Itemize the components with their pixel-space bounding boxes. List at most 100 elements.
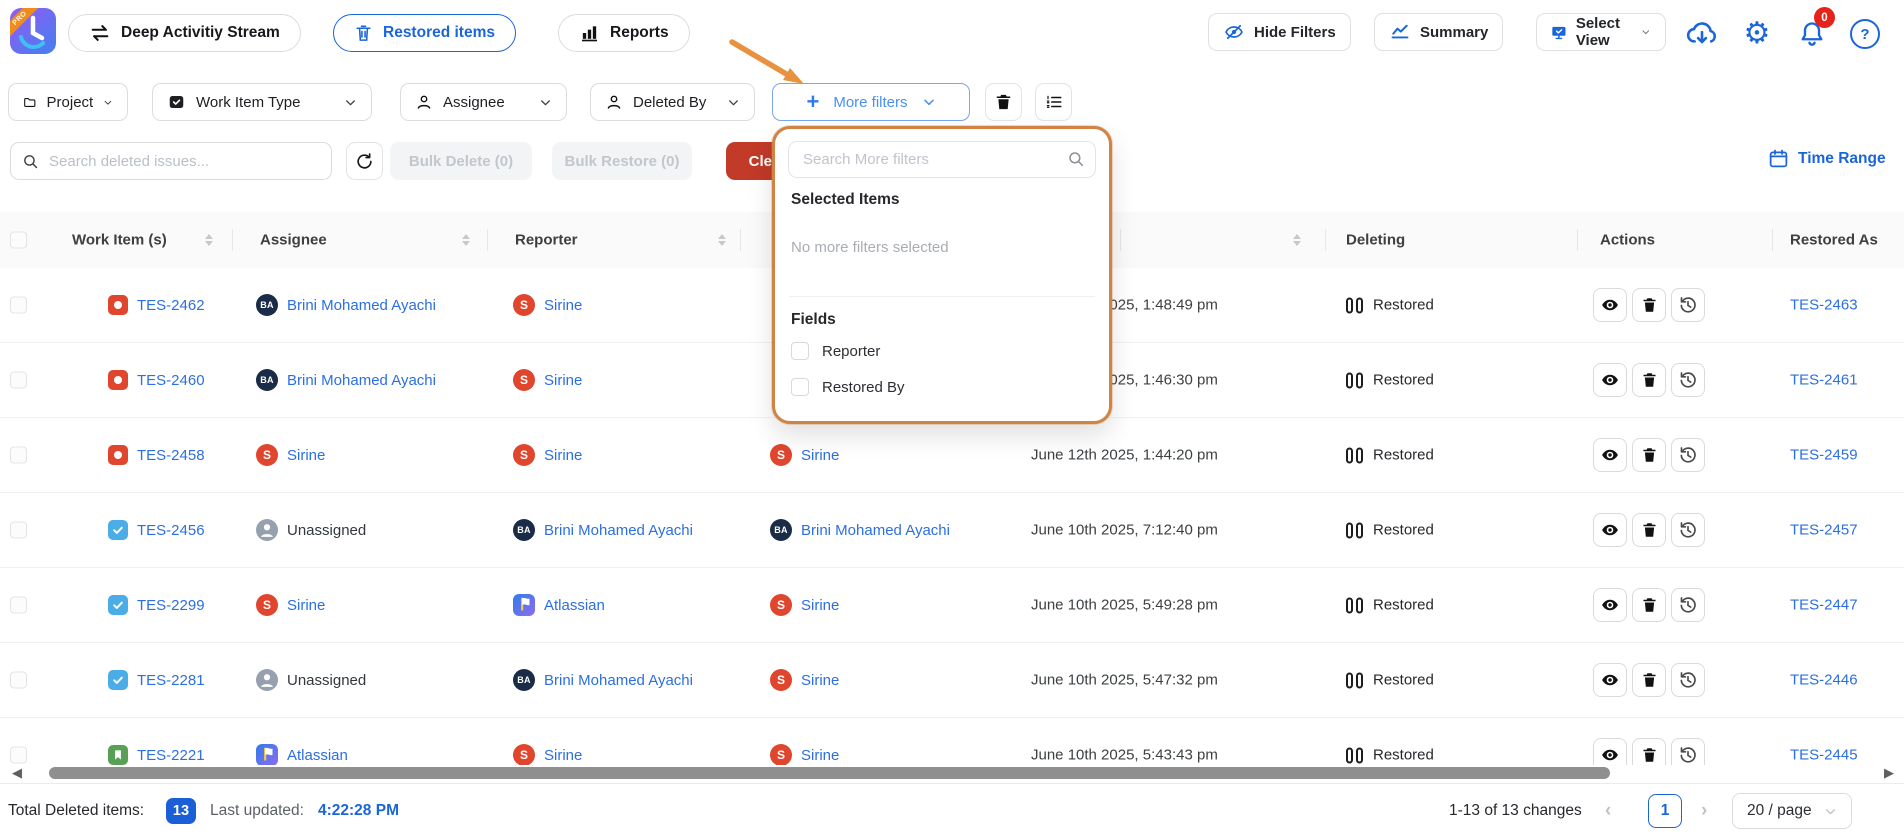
popup-search-input[interactable] xyxy=(801,143,1055,176)
assignee-cell-name[interactable]: Sirine xyxy=(287,447,325,464)
restored-as-link[interactable]: TES-2457 xyxy=(1790,522,1858,539)
column-list-button[interactable] xyxy=(1035,83,1072,121)
history-button[interactable] xyxy=(1671,363,1705,397)
filter-work-item-type-dropdown[interactable]: Work Item Type xyxy=(152,83,372,121)
history-button[interactable] xyxy=(1671,588,1705,622)
popup-field-reporter[interactable]: Reporter xyxy=(791,342,880,360)
deleted-by-cell-name[interactable]: Sirine xyxy=(801,672,839,689)
view-button[interactable] xyxy=(1593,438,1627,472)
reporter-cell-name[interactable]: Sirine xyxy=(544,297,582,314)
bulk-delete-button[interactable]: Bulk Delete (0) xyxy=(390,142,532,180)
scrollbar-thumb[interactable] xyxy=(49,767,1610,779)
view-button[interactable] xyxy=(1593,513,1627,547)
delete-button[interactable] xyxy=(1632,663,1666,697)
summary-button[interactable]: Summary xyxy=(1374,13,1503,51)
view-button[interactable] xyxy=(1593,288,1627,322)
refresh-button[interactable] xyxy=(346,142,383,180)
row-checkbox[interactable] xyxy=(10,672,27,689)
page-size-select[interactable]: 20 / page xyxy=(1732,793,1852,829)
restored-as-link[interactable]: TES-2459 xyxy=(1790,447,1858,464)
delete-button[interactable] xyxy=(1632,438,1666,472)
reporter-cell-name[interactable]: Sirine xyxy=(544,447,582,464)
reporter-cell-name[interactable]: Brini Mohamed Ayachi xyxy=(544,522,693,539)
delete-button[interactable] xyxy=(1632,738,1666,765)
deleted-by-cell-name[interactable]: Sirine xyxy=(801,447,839,464)
help-button[interactable]: ? xyxy=(1849,18,1881,50)
assignee-cell-name[interactable]: Brini Mohamed Ayachi xyxy=(287,372,436,389)
sort-control[interactable] xyxy=(1293,234,1301,246)
restored-as-link[interactable]: TES-2447 xyxy=(1790,597,1858,614)
scroll-right-arrow[interactable]: ▶ xyxy=(1884,766,1898,780)
history-button[interactable] xyxy=(1671,438,1705,472)
app-logo[interactable]: PRO xyxy=(10,8,56,54)
history-button[interactable] xyxy=(1671,513,1705,547)
work-item-link[interactable]: TES-2460 xyxy=(137,372,205,389)
sort-control[interactable] xyxy=(718,234,726,246)
nav-reports-button[interactable]: Reports xyxy=(558,14,690,52)
horizontal-scrollbar[interactable]: ◀ ▶ xyxy=(0,765,1904,781)
settings-button[interactable]: ⚙ xyxy=(1741,18,1773,50)
view-button[interactable] xyxy=(1593,363,1627,397)
filter-deleted-by-dropdown[interactable]: Deleted By xyxy=(590,83,755,121)
pagination-next-button[interactable]: › xyxy=(1701,800,1707,822)
restored-as-link[interactable]: TES-2463 xyxy=(1790,297,1858,314)
delete-filter-button[interactable] xyxy=(985,83,1022,121)
filter-project-dropdown[interactable]: Project xyxy=(8,83,128,121)
reporter-cell-name[interactable]: Sirine xyxy=(544,747,582,764)
checkbox-reporter[interactable] xyxy=(791,342,809,360)
row-checkbox[interactable] xyxy=(10,447,27,464)
column-header[interactable]: Assignee xyxy=(260,232,327,249)
restored-as-link[interactable]: TES-2461 xyxy=(1790,372,1858,389)
view-button[interactable] xyxy=(1593,588,1627,622)
work-item-link[interactable]: TES-2462 xyxy=(137,297,205,314)
reporter-cell-name[interactable]: Atlassian xyxy=(544,597,605,614)
history-button[interactable] xyxy=(1671,288,1705,322)
assignee-cell-name[interactable]: Atlassian xyxy=(287,747,348,764)
column-header[interactable]: Deleting xyxy=(1346,232,1405,249)
time-range-button[interactable]: Time Range xyxy=(1768,148,1886,169)
pagination-page-1[interactable]: 1 xyxy=(1648,794,1682,828)
view-button[interactable] xyxy=(1593,738,1627,765)
delete-button[interactable] xyxy=(1632,588,1666,622)
column-header[interactable]: Restored As xyxy=(1790,232,1878,249)
search-input[interactable] xyxy=(47,144,326,179)
reporter-cell-name[interactable]: Brini Mohamed Ayachi xyxy=(544,672,693,689)
restored-as-link[interactable]: TES-2445 xyxy=(1790,747,1858,764)
column-header[interactable]: Reporter xyxy=(515,232,578,249)
work-item-link[interactable]: TES-2456 xyxy=(137,522,205,539)
popup-field-restored-by[interactable]: Restored By xyxy=(791,378,905,396)
work-item-link[interactable]: TES-2221 xyxy=(137,747,205,764)
select-all-checkbox[interactable] xyxy=(10,232,27,249)
deleted-by-cell-name[interactable]: Brini Mohamed Ayachi xyxy=(801,522,950,539)
delete-button[interactable] xyxy=(1632,513,1666,547)
more-filters-dropdown[interactable]: + More filters xyxy=(772,83,970,121)
row-checkbox[interactable] xyxy=(10,522,27,539)
scroll-left-arrow[interactable]: ◀ xyxy=(12,766,26,780)
view-button[interactable] xyxy=(1593,663,1627,697)
hide-filters-button[interactable]: Hide Filters xyxy=(1208,13,1351,51)
row-checkbox[interactable] xyxy=(10,297,27,314)
cloud-download-button[interactable] xyxy=(1686,18,1718,50)
checkbox-restored-by[interactable] xyxy=(791,378,809,396)
assignee-cell-name[interactable]: Brini Mohamed Ayachi xyxy=(287,297,436,314)
sort-control[interactable] xyxy=(462,234,470,246)
history-button[interactable] xyxy=(1671,738,1705,765)
deleted-by-cell-name[interactable]: Sirine xyxy=(801,747,839,764)
row-checkbox[interactable] xyxy=(10,372,27,389)
row-checkbox[interactable] xyxy=(10,747,27,764)
restored-as-link[interactable]: TES-2446 xyxy=(1790,672,1858,689)
nav-activity-stream-button[interactable]: Deep Activitiy Stream xyxy=(68,14,301,52)
select-view-dropdown[interactable]: Select View xyxy=(1536,13,1666,51)
column-header[interactable]: Work Item (s) xyxy=(72,232,167,249)
nav-restored-items-button[interactable]: Restored items xyxy=(333,14,516,52)
reporter-cell-name[interactable]: Sirine xyxy=(544,372,582,389)
assignee-cell-name[interactable]: Sirine xyxy=(287,597,325,614)
work-item-link[interactable]: TES-2458 xyxy=(137,447,205,464)
delete-button[interactable] xyxy=(1632,363,1666,397)
delete-button[interactable] xyxy=(1632,288,1666,322)
row-checkbox[interactable] xyxy=(10,597,27,614)
sort-control[interactable] xyxy=(205,234,213,246)
bulk-restore-button[interactable]: Bulk Restore (0) xyxy=(552,142,692,180)
work-item-link[interactable]: TES-2299 xyxy=(137,597,205,614)
work-item-link[interactable]: TES-2281 xyxy=(137,672,205,689)
